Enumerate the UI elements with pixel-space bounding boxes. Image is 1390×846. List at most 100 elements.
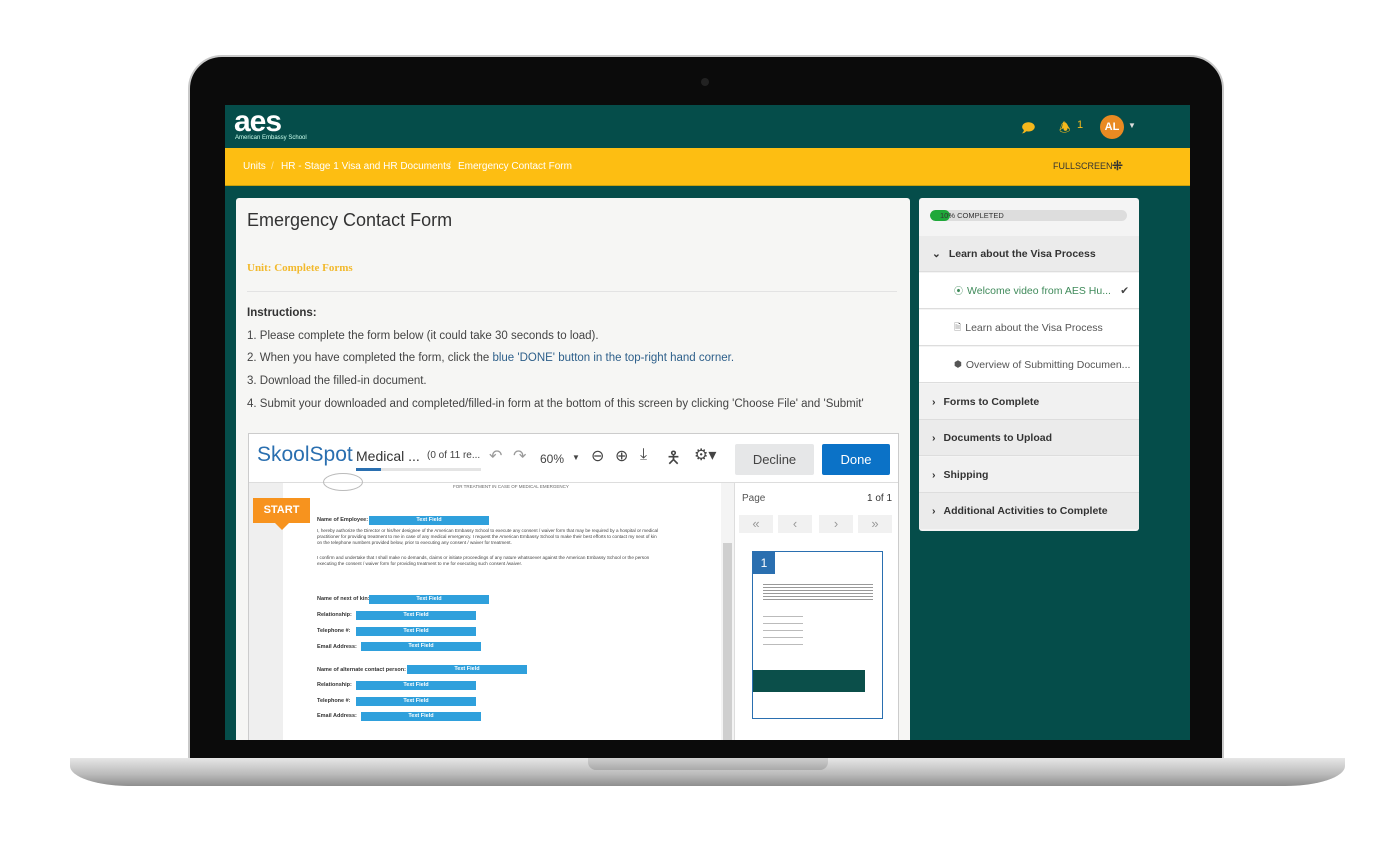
document-paragraph: I, hereby authorize the Director or his/… [317,528,659,545]
section-label: Forms to Complete [943,395,1040,408]
zoom-level[interactable]: 60% [540,452,564,466]
section-learn-visa[interactable]: ⌄ Learn about the Visa Process [919,236,1139,272]
thumbnail-number: 1 [753,552,775,574]
play-circle-icon: ⦿ [954,286,964,296]
document-paragraph: I confirm and undertake that I shall mak… [317,555,650,566]
field-label: Telephone #: [317,628,351,634]
undo-icon[interactable]: ↶ [489,446,502,466]
page-count: 1 of 1 [867,493,893,504]
field-label: Relationship: [317,612,352,618]
text-field[interactable]: Text Field [356,681,476,690]
instruction-step: 4. Submit your downloaded and completed/… [247,398,864,410]
chevron-down-icon[interactable]: ▼ [1128,121,1136,130]
page-thumbnail[interactable]: 1 [752,551,883,719]
instruction-highlight: blue 'DONE' button in the top-right hand… [492,352,735,364]
skoolspot-logo: SkoolSpot [257,443,353,466]
document-title: Medical ... [356,448,420,464]
breadcrumb-separator: / [271,161,274,172]
divider [247,291,897,292]
download-icon[interactable]: ⤓ [640,446,647,464]
text-field[interactable]: Text Field [356,611,476,620]
done-button[interactable]: Done [822,444,890,475]
section-label: Shipping [943,468,989,481]
text-field[interactable]: Text Field [356,627,476,636]
school-seal [323,473,363,491]
progress-bar: 10% COMPLETED [930,210,1127,221]
decline-button[interactable]: Decline [735,444,814,475]
start-button[interactable]: START [253,498,310,523]
section-additional[interactable]: › Additional Activities to Complete [919,493,1139,529]
logo-subtitle: American Embassy School [235,135,307,141]
content-card: Emergency Contact Form Unit: Complete Fo… [236,198,910,740]
instruction-step: 1. Please complete the form below (it co… [247,330,599,342]
field-label: Email Address: [317,713,357,719]
instructions-heading: Instructions: [247,307,317,319]
text-field[interactable]: Text Field [361,712,481,721]
accessibility-icon[interactable]: 🯅 [666,445,681,474]
breadcrumb: Units / HR - Stage 1 Visa and HR Documen… [225,148,1190,186]
item-welcome-video[interactable]: ⦿ Welcome video from AES Hu... ✔ [919,273,1139,309]
prev-page-button[interactable]: ‹ [778,515,812,533]
section-label: Learn about the Visa Process [948,247,1096,260]
notification-count: 1 [1077,119,1084,131]
checkmark-icon: ✔ [1120,284,1129,297]
last-page-button[interactable]: » [858,515,892,533]
chat-icon[interactable]: 🗩 [1021,119,1035,141]
text-field[interactable]: Text Field [369,595,489,604]
document-icon: 🗎 [954,321,962,332]
section-label: Additional Activities to Complete [943,505,1108,517]
next-page-button[interactable]: › [819,515,853,533]
logo[interactable]: aes [234,105,282,139]
bell-icon[interactable]: 🕭 [1059,119,1071,141]
item-label: Overview of Submitting Documen... [965,358,1131,371]
text-field[interactable]: Text Field [356,697,476,706]
text-field[interactable]: Text Field [407,665,527,674]
progress-text: (0 of 11 re... [427,450,481,461]
first-page-button[interactable]: « [739,515,773,533]
start-pointer [275,523,289,530]
section-label: Documents to Upload [943,431,1053,444]
field-label: Telephone #: [317,698,351,704]
instruction-step: 2. When you have completed the form, cli… [247,352,734,364]
section-documents[interactable]: › Documents to Upload [919,420,1139,456]
zoom-out-icon[interactable]: ⊖ [591,446,604,466]
chevron-right-icon: › [932,395,936,408]
page-thumbnails-panel: Page 1 of 1 « ‹ › » 1 [734,483,898,740]
item-learn-visa[interactable]: 🗎 Learn about the Visa Process [919,310,1139,346]
scrollbar[interactable] [721,483,734,740]
avatar[interactable]: AL [1100,115,1124,139]
field-label: Name of next of kin: [317,596,370,602]
unit-label: Unit: Complete Forms [247,262,353,274]
top-header: aes American Embassy School 🗩 🕭 1 AL ▼ [225,105,1190,148]
breadcrumb-unit[interactable]: HR - Stage 1 Visa and HR Documents [281,161,451,172]
course-outline-sidebar: 10% COMPLETED ⌄ Learn about the Visa Proc… [919,198,1139,531]
field-label: Name of Employee: [317,517,369,523]
breadcrumb-current: Emergency Contact Form [458,161,572,172]
progress-label: 10% COMPLETED [940,211,1004,220]
field-label: Email Address: [317,644,357,650]
document-header: FOR TREATMENT IN CASE OF MEDICAL EMERGEN… [453,484,569,489]
section-forms[interactable]: › Forms to Complete [919,384,1139,420]
document-page: FOR TREATMENT IN CASE OF MEDICAL EMERGEN… [283,473,721,740]
chevron-right-icon: › [932,431,936,444]
chevron-right-icon: › [932,468,936,481]
section-shipping[interactable]: › Shipping [919,457,1139,493]
camera [701,78,709,86]
fullscreen-button[interactable]: FULLSCREEN [1053,161,1113,171]
fullscreen-exit-icon[interactable]: ⁜ [1112,158,1123,174]
text-field[interactable]: Text Field [369,516,489,525]
text-field[interactable]: Text Field [361,642,481,651]
instruction-step: 3. Download the filled-in document. [247,375,427,387]
zoom-in-icon[interactable]: ⊕ [615,446,628,466]
chevron-down-icon[interactable]: ▼ [572,453,580,462]
document-viewer: SkoolSpot Medical ... (0 of 11 re... ↶ ↷… [248,433,899,740]
redo-icon[interactable]: ↷ [513,446,526,466]
breadcrumb-separator: / [448,161,451,172]
document-area: FOR TREATMENT IN CASE OF MEDICAL EMERGEN… [249,473,734,740]
item-label: Learn about the Visa Process [965,321,1103,334]
package-icon: ⬢ [954,359,962,369]
breadcrumb-units[interactable]: Units [243,161,266,172]
form-progress-bar [356,468,481,471]
item-overview[interactable]: ⬢ Overview of Submitting Documen... [919,347,1139,383]
gear-icon[interactable]: ⚙▾ [694,445,716,465]
